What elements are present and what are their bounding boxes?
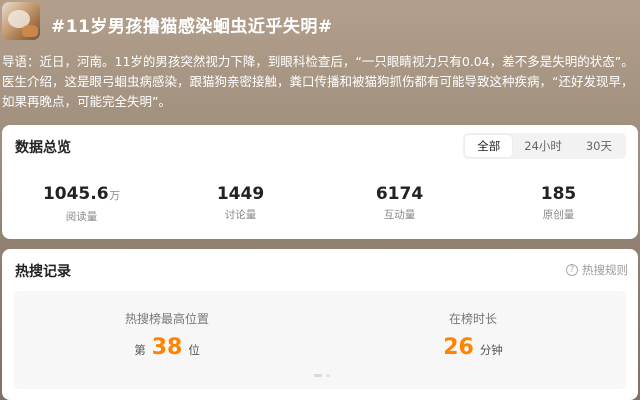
highest-position-value: 38 <box>151 335 183 360</box>
stats-row: 1045.6万 阅读量 1449 讨论量 6174 互动量 185 原创量 <box>2 183 638 224</box>
duration-value: 26 <box>443 335 474 360</box>
overview-title: 数据总览 <box>15 140 71 156</box>
stat-interactions-label: 互动量 <box>383 209 416 221</box>
stat-interactions: 6174 互动量 <box>320 183 479 224</box>
stat-originals-label: 原创量 <box>542 209 575 221</box>
highest-position-suffix: 位 <box>188 343 200 357</box>
hot-search-rules-link[interactable]: ? 热搜规则 <box>566 262 628 278</box>
topic-header: #11岁男孩撸猫感染蛔虫近乎失明# 导语：近日，河南。11岁的男孩突然视力下降，… <box>0 0 640 122</box>
stat-discussions-label: 讨论量 <box>224 209 257 221</box>
duration-block: 在榜时长 26 分钟 <box>320 291 626 361</box>
stat-discussions-value: 1449 <box>216 184 265 204</box>
stat-reads-label: 阅读量 <box>65 211 98 223</box>
hot-search-card: 热搜记录 ? 热搜规则 热搜榜最高位置 第 38 位 在榜时长 26 分钟 <box>2 249 638 400</box>
time-range-tabs: 全部 24小时 30天 <box>463 133 626 159</box>
stat-originals: 185 原创量 <box>479 183 638 224</box>
duration-label: 在榜时长 <box>448 312 497 326</box>
pager-dot-active[interactable] <box>314 374 322 377</box>
tab-all[interactable]: 全部 <box>465 135 513 157</box>
hot-search-rules-label: 热搜规则 <box>582 263 628 277</box>
carousel-pager[interactable] <box>314 374 330 377</box>
hot-search-panel: 热搜榜最高位置 第 38 位 在榜时长 26 分钟 <box>14 291 626 389</box>
stat-reads: 1045.6万 阅读量 <box>2 183 161 224</box>
help-circle-icon: ? <box>566 264 578 276</box>
tab-24h[interactable]: 24小时 <box>512 135 574 157</box>
highest-position-prefix: 第 <box>134 343 146 357</box>
topic-title[interactable]: #11岁男孩撸猫感染蛔虫近乎失明# <box>51 12 333 37</box>
hot-search-title: 热搜记录 <box>15 264 71 280</box>
pager-dot[interactable] <box>326 374 330 377</box>
duration-suffix: 分钟 <box>479 343 503 357</box>
stat-discussions: 1449 讨论量 <box>161 183 320 224</box>
highest-position-block: 热搜榜最高位置 第 38 位 <box>14 291 320 361</box>
highest-position-label: 热搜榜最高位置 <box>124 312 209 326</box>
tab-30d[interactable]: 30天 <box>574 135 624 157</box>
stat-reads-value: 1045.6 <box>42 184 109 204</box>
data-overview-card: 数据总览 全部 24小时 30天 1045.6万 阅读量 1449 讨论量 61… <box>2 125 638 239</box>
topic-thumbnail[interactable] <box>2 2 40 40</box>
topic-intro: 导语：近日，河南。11岁的男孩突然视力下降，到眼科检查后，“一只眼睛视力只有0.… <box>2 54 634 109</box>
stat-reads-unit: 万 <box>109 190 121 202</box>
stat-interactions-value: 6174 <box>375 184 424 204</box>
stat-originals-value: 185 <box>540 184 577 204</box>
